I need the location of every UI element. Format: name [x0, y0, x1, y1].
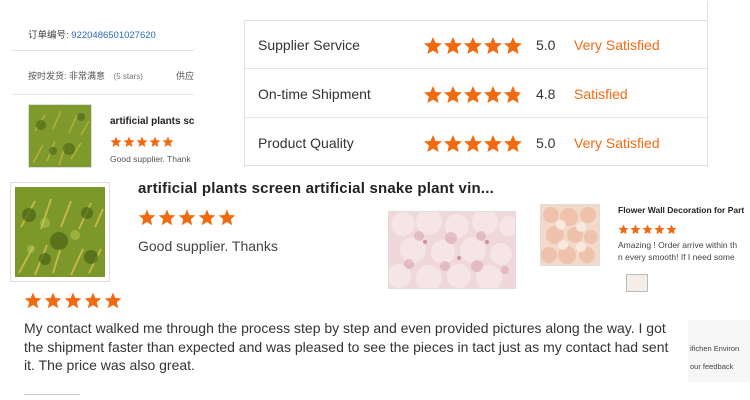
right-crop-panel: ifichen Environ our feedback — [688, 320, 750, 382]
product-thumbnail[interactable] — [28, 104, 92, 168]
product-comment: Good supplier. Thank — [110, 154, 191, 164]
star-icon — [136, 136, 148, 147]
star-icon — [64, 292, 82, 309]
rating-verdict: Very Satisfied — [574, 135, 660, 151]
star-icon — [123, 136, 135, 147]
crop-text: ifichen Environ — [690, 344, 740, 353]
star-icon — [104, 292, 122, 309]
rating-row-product-quality: Product Quality 5.0 Very Satisfied — [245, 119, 709, 167]
star-icon — [484, 135, 502, 152]
main-review: artificial plants screen artificial snak… — [0, 170, 690, 400]
stars-count: (5 stars) — [113, 72, 143, 81]
star-icon — [24, 292, 42, 309]
star-icon — [138, 209, 156, 226]
star-icon — [444, 37, 462, 54]
star-icon — [84, 292, 102, 309]
crop-text: our feedback — [690, 362, 734, 371]
review-text: My contact walked me through the process… — [24, 320, 669, 373]
star-icon — [198, 209, 216, 226]
rating-row-supplier-service: Supplier Service 5.0 Very Satisfied — [245, 21, 709, 69]
star-icon — [178, 209, 196, 226]
star-icon — [444, 135, 462, 152]
rating-score: 5.0 — [536, 135, 556, 151]
star-icon — [218, 209, 236, 226]
star-icon — [44, 292, 62, 309]
star-icon — [158, 209, 176, 226]
rating-verdict: Satisfied — [574, 86, 628, 102]
order-number-line: 订单编号: 9220486501027620 — [28, 27, 156, 41]
star-icon — [444, 86, 462, 103]
product-title[interactable]: artificial plants screen artificial snak… — [138, 180, 494, 197]
product-star-rating — [138, 209, 236, 232]
star-partial-icon — [504, 86, 520, 103]
rating-stars — [423, 36, 523, 61]
star-icon — [110, 136, 122, 147]
star-icon — [504, 135, 522, 152]
star-icon — [504, 37, 522, 54]
star-icon — [464, 86, 482, 103]
rating-label: On-time Shipment — [258, 86, 371, 102]
order-number-label: 订单编号: — [28, 30, 69, 41]
rating-label: Product Quality — [258, 135, 354, 151]
star-icon — [162, 136, 174, 147]
order-number[interactable]: 9220486501027620 — [71, 30, 156, 41]
divider — [12, 94, 194, 95]
star-icon — [464, 135, 482, 152]
star-icon — [464, 37, 482, 54]
panel-edge — [707, 1, 708, 21]
order-card: 订单编号: 9220486501027620 按时发货: 非常满意 (5 sta… — [12, 14, 194, 170]
divider — [12, 50, 194, 51]
star-icon — [484, 37, 502, 54]
product-comment: Good supplier. Thanks — [138, 238, 278, 254]
rating-row-on-time-shipment: On-time Shipment 4.8 Satisfied — [245, 70, 709, 118]
rating-score: 4.8 — [536, 86, 556, 102]
ratings-panel: Supplier Service 5.0 Very Satisfied On-t… — [244, 1, 709, 167]
rating-stars — [423, 85, 523, 110]
rating-score: 5.0 — [536, 37, 556, 53]
product-title[interactable]: artificial plants scr — [110, 116, 194, 127]
divider — [24, 394, 80, 395]
product-thumbnail[interactable] — [10, 182, 110, 282]
star-icon — [424, 135, 442, 152]
shipping-rating-label: 按时发货: 非常满意 — [28, 71, 106, 81]
rating-label: Supplier Service — [258, 37, 360, 53]
star-icon — [424, 37, 442, 54]
star-icon — [149, 136, 161, 147]
shipping-rating-row: 按时发货: 非常满意 (5 stars) 供应商 — [28, 69, 194, 82]
star-icon — [424, 86, 442, 103]
rating-verdict: Very Satisfied — [574, 37, 660, 53]
supplier-label: 供应商 — [176, 71, 194, 81]
review-star-rating — [24, 292, 122, 315]
star-icon — [484, 86, 502, 103]
rating-stars — [423, 134, 523, 159]
product-star-rating — [110, 135, 176, 153]
